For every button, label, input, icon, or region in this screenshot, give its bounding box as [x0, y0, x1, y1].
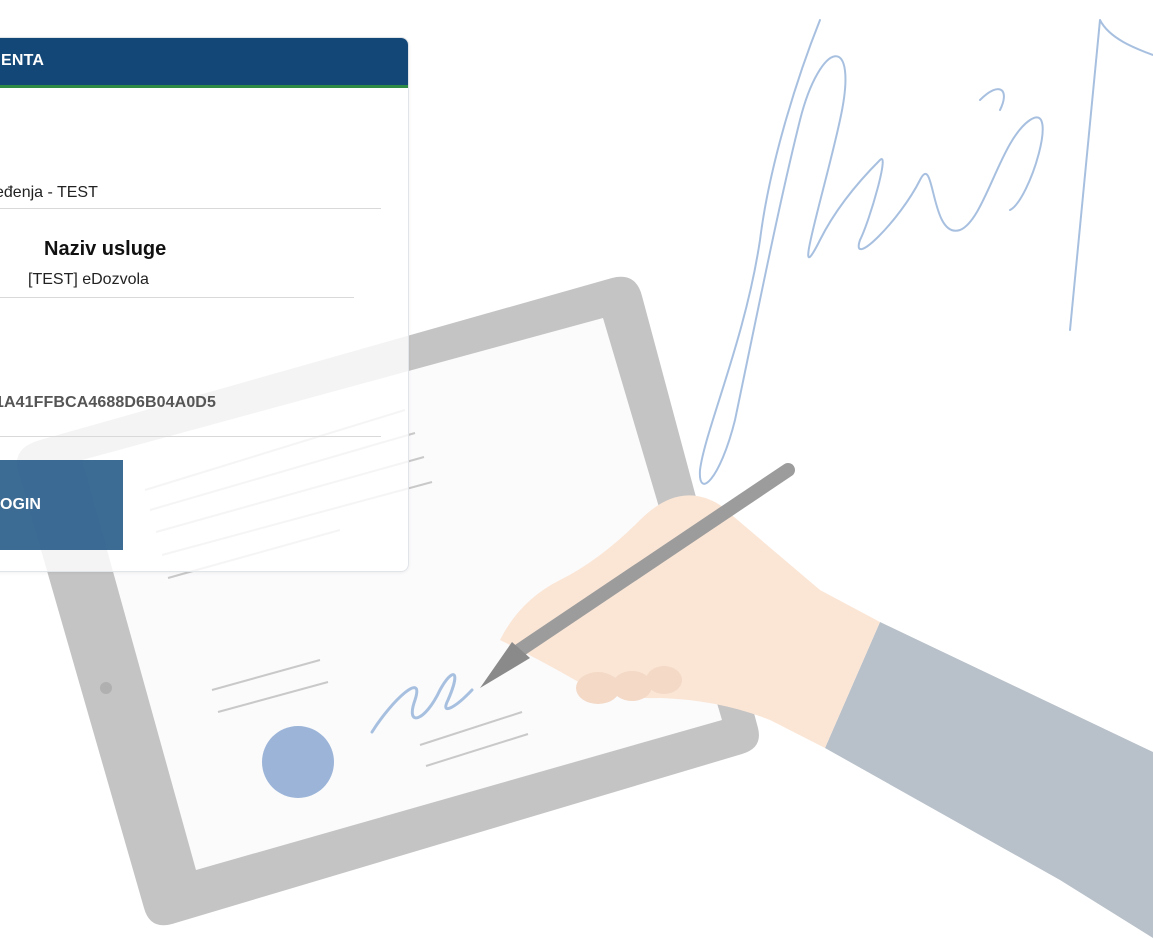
service-divider: [0, 297, 354, 298]
token-value: 1A41FFBCA4688D6B04A0D5: [0, 394, 216, 411]
login-button[interactable]: OGIN: [0, 460, 123, 550]
sleeve-icon: [825, 622, 1153, 938]
institution-divider: [0, 208, 381, 209]
service-name-value: [TEST] eDozvola: [28, 271, 149, 288]
institution-value: eđenja - TEST: [0, 184, 98, 201]
token-divider: [0, 436, 381, 437]
service-name-label: Naziv usluge: [44, 238, 167, 260]
card-title: ENTA: [1, 52, 45, 69]
card-header: ENTA: [0, 38, 408, 88]
big-signature-icon: [698, 19, 1153, 485]
seal-icon: [262, 726, 334, 798]
